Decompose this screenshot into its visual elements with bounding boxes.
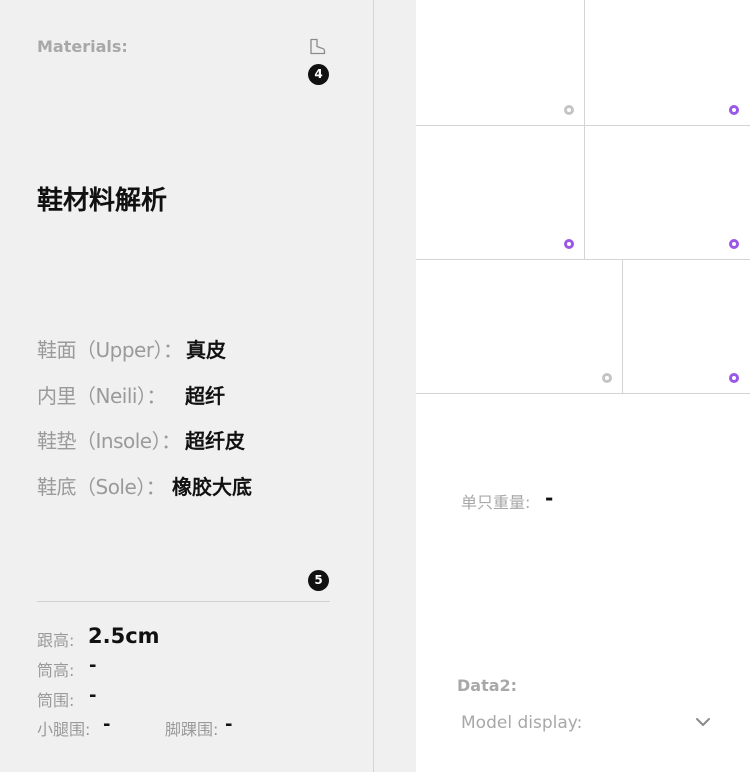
shoe-icon[interactable]	[309, 38, 326, 55]
grid-divider	[622, 260, 623, 393]
grid-divider	[416, 259, 750, 260]
material-value-upper: 真皮	[186, 337, 226, 362]
section-divider	[37, 601, 330, 602]
model-display-label: Model display:	[461, 713, 583, 733]
material-value-insole: 超纤皮	[185, 428, 245, 453]
view-select-radio[interactable]	[564, 239, 574, 249]
ankle-circumference-value: -	[225, 714, 233, 735]
model-view-grid	[416, 0, 750, 394]
material-label-sole: 鞋底（Sole）：	[37, 474, 166, 499]
material-value-sole: 橡胶大底	[172, 474, 252, 499]
shaft-height-value: -	[89, 655, 97, 676]
shaft-circumference-label: 筒围:	[37, 691, 75, 710]
panel-gutter	[374, 0, 416, 772]
material-row-upper: 鞋面（Upper）： 真皮	[37, 333, 226, 363]
ankle-circumference-label: 脚踝围:	[165, 720, 219, 739]
grid-divider	[584, 0, 585, 259]
model-display-select[interactable]: Model display:	[461, 710, 717, 738]
view-select-radio[interactable]	[564, 105, 574, 115]
heel-height-value: 2.5cm	[88, 624, 160, 648]
weight-label: 单只重量:	[461, 493, 531, 512]
chevron-down-icon[interactable]	[695, 716, 711, 728]
view-select-radio[interactable]	[602, 373, 612, 383]
view-select-radio[interactable]	[729, 373, 739, 383]
material-label-lining: 内里（Neili）：	[37, 383, 166, 408]
heel-height-label: 跟高:	[37, 631, 75, 650]
data2-label: Data2:	[457, 676, 518, 695]
grid-divider	[416, 125, 750, 126]
weight-value: -	[545, 486, 554, 510]
calf-circumference-label: 小腿围:	[37, 720, 91, 739]
material-row-insole: 鞋垫（Insole）： 超纤皮	[37, 424, 245, 454]
grid-divider	[416, 393, 750, 394]
material-row-sole: 鞋底（Sole）： 橡胶大底	[37, 470, 252, 500]
materials-label: Materials:	[37, 37, 128, 56]
material-value-lining: 超纤	[185, 383, 225, 408]
view-select-radio[interactable]	[729, 105, 739, 115]
shaft-height-label: 筒高:	[37, 661, 75, 680]
shaft-circumference-value: -	[89, 685, 97, 706]
material-label-insole: 鞋垫（Insole）：	[37, 428, 181, 453]
page-title: 鞋材料解析	[37, 186, 168, 216]
material-label-upper: 鞋面（Upper）：	[37, 337, 183, 362]
calf-circumference-value: -	[103, 714, 111, 735]
view-select-radio[interactable]	[729, 239, 739, 249]
step-badge-4: 4	[308, 64, 329, 85]
material-row-lining: 内里（Neili）： 超纤	[37, 379, 225, 409]
step-badge-5: 5	[308, 570, 329, 591]
